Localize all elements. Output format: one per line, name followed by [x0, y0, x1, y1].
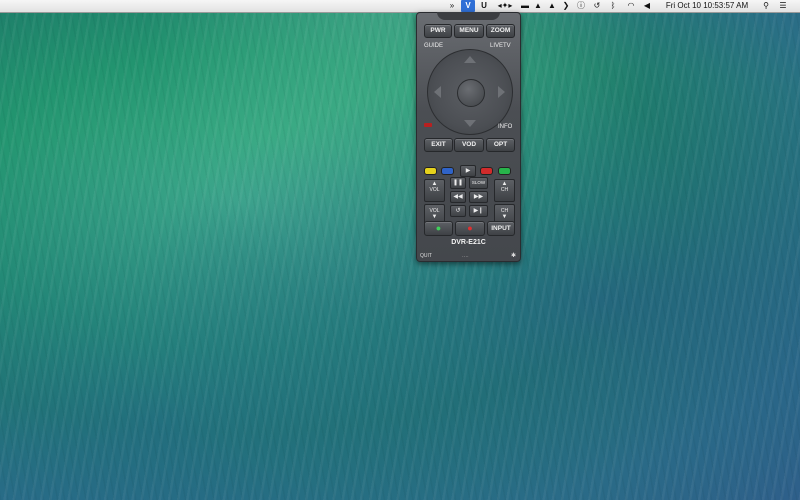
thumbs-down-icon[interactable]: ● — [455, 221, 485, 236]
battery-icon[interactable]: ▬ — [519, 0, 531, 12]
opt-button[interactable]: OPT — [486, 138, 515, 152]
chevron-icon[interactable]: ❯ — [561, 0, 571, 12]
info-label[interactable]: INFO — [498, 124, 512, 130]
vol-up-button[interactable]: ▲ VOL — [424, 179, 445, 202]
menu-bar: » V U ◂✦▸ ▬ ▲ ▲ ❯ ⓘ ↺ ᛒ ◠ ◀ Fri Oct 10 1… — [0, 0, 800, 13]
vol-down-icon: ▼ — [431, 214, 438, 220]
zoom-button[interactable]: ZOOM — [486, 24, 515, 38]
yellow-button[interactable] — [424, 167, 437, 175]
play-icon[interactable]: ▶ — [460, 165, 476, 177]
skip-forward-icon[interactable]: ▶❙ — [469, 205, 488, 217]
thumbs-up-icon[interactable]: ● — [424, 221, 453, 236]
resize-handle-icon[interactable]: ···· — [462, 254, 469, 260]
green-button[interactable] — [498, 167, 511, 175]
arrows-icon[interactable]: ◂✦▸ — [496, 0, 514, 12]
livetv-label[interactable]: LIVETV — [490, 43, 511, 49]
input-button[interactable]: INPUT — [487, 221, 515, 236]
u-icon[interactable]: U — [478, 0, 490, 12]
popover-arrow — [437, 12, 500, 20]
info-icon[interactable]: ⓘ — [576, 0, 586, 12]
dpad-left-icon[interactable] — [434, 86, 441, 98]
record-indicator-icon — [424, 123, 432, 127]
pwr-button[interactable]: PWR — [424, 24, 452, 38]
remote-control-popover: PWR MENU ZOOM GUIDE LIVETV INFO EXIT VOD… — [416, 12, 521, 262]
vod-button[interactable]: VOD — [454, 138, 484, 152]
slow-button[interactable]: SLOW — [469, 177, 488, 189]
red-button[interactable] — [480, 167, 493, 175]
gear-icon[interactable]: ✱ — [511, 252, 516, 259]
ch-up-button[interactable]: ▲ CH — [494, 179, 515, 202]
menu-button[interactable]: MENU — [454, 24, 484, 38]
pause-icon[interactable]: ❚❚ — [450, 177, 466, 189]
blue-button[interactable] — [441, 167, 454, 175]
dpad-ok-button[interactable] — [457, 79, 485, 107]
notification-icon[interactable]: ▲ — [547, 0, 557, 12]
list-icon[interactable]: ☰ — [777, 0, 789, 12]
replay-icon[interactable]: ↺ — [450, 205, 466, 217]
scripts-icon[interactable]: » — [446, 0, 458, 12]
bluetooth-icon[interactable]: ᛒ — [607, 0, 619, 12]
volume-icon[interactable]: ◀ — [642, 0, 652, 12]
menubar-clock[interactable]: Fri Oct 10 10:53:57 AM — [657, 0, 757, 12]
dpad-down-icon[interactable] — [464, 120, 476, 127]
wifi-icon[interactable]: ◠ — [624, 0, 638, 12]
quit-button[interactable]: QUIT — [420, 253, 432, 259]
device-name: DVR-E21C — [451, 239, 486, 246]
dpad[interactable] — [427, 49, 513, 135]
search-icon[interactable]: ⚲ — [761, 0, 771, 12]
remote-app-icon[interactable]: V — [461, 0, 475, 12]
ch-down-icon: ▼ — [501, 214, 508, 220]
bell-icon[interactable]: ▲ — [533, 0, 543, 12]
rewind-icon[interactable]: ◀◀ — [450, 191, 466, 203]
fast-forward-icon[interactable]: ▶▶ — [469, 191, 488, 203]
dpad-up-icon[interactable] — [464, 56, 476, 63]
timemachine-icon[interactable]: ↺ — [591, 0, 603, 12]
exit-button[interactable]: EXIT — [424, 138, 453, 152]
dpad-right-icon[interactable] — [498, 86, 505, 98]
desktop-wallpaper — [0, 0, 800, 500]
vol-up-label: VOL — [429, 187, 440, 193]
guide-label[interactable]: GUIDE — [424, 43, 443, 49]
ch-up-label: CH — [500, 187, 509, 193]
